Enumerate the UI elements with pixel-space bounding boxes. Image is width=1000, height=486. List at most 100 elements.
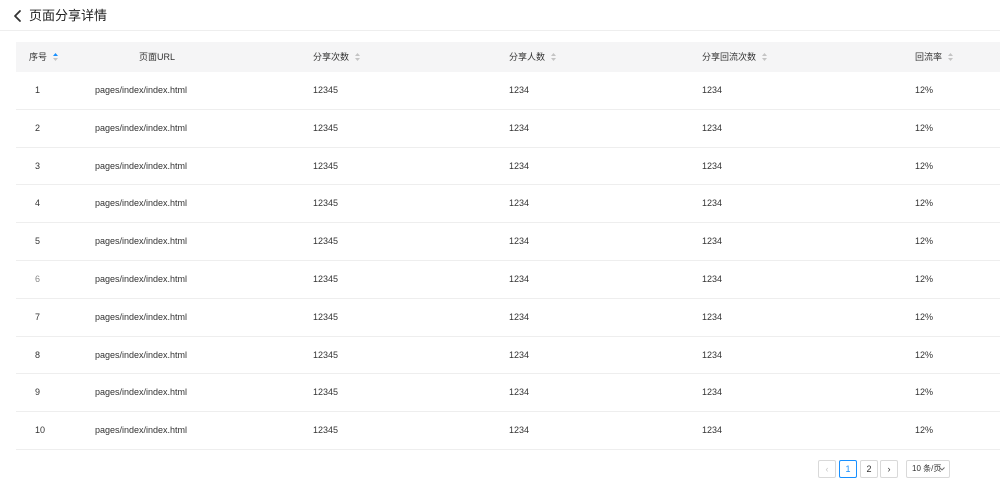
back-button[interactable] <box>12 9 24 23</box>
table-row: 6 pages/index/index.html 12345 1234 1234… <box>16 261 1000 299</box>
table-row: 4 pages/index/index.html 12345 1234 1234… <box>16 185 1000 224</box>
cell-index: 5 <box>35 236 41 247</box>
table-row: 10 pages/index/index.html 12345 1234 123… <box>16 412 1000 450</box>
cell-url: pages/index/index.html <box>95 236 188 247</box>
cell-return-count: 1234 <box>702 122 723 133</box>
column-label: 分享次数 <box>313 52 350 62</box>
cell-share-users: 1234 <box>509 198 530 209</box>
cell-share-count: 12345 <box>313 160 339 171</box>
column-header-return-count[interactable]: 分享回流次数 <box>702 42 768 72</box>
page-size-label: 10 条/页 <box>912 464 942 473</box>
cell-return-rate: 12% <box>915 311 934 322</box>
cell-share-users: 1234 <box>509 425 530 436</box>
page-button-1[interactable]: 1 <box>839 460 857 478</box>
prev-page-button[interactable]: ‹ <box>818 460 836 478</box>
cell-url: pages/index/index.html <box>95 160 188 171</box>
cell-share-count: 12345 <box>313 273 339 284</box>
page-size-select[interactable]: 10 条/页 <box>906 460 950 478</box>
pagination: ‹ 1 2 › 10 条/页 <box>0 460 1000 478</box>
cell-return-count: 1234 <box>702 311 723 322</box>
cell-index: 1 <box>35 85 41 95</box>
cell-index: 2 <box>35 122 41 133</box>
cell-return-count: 1234 <box>702 387 723 398</box>
sort-icon[interactable] <box>551 52 557 61</box>
sort-asc-icon[interactable] <box>53 52 59 61</box>
cell-return-rate: 12% <box>915 122 934 133</box>
table-header: 序号 页面URL 分享次数 分享人数 分享回流次数 回流率 <box>16 42 1000 72</box>
cell-share-users: 1234 <box>509 160 530 171</box>
cell-return-rate: 12% <box>915 425 934 436</box>
cell-share-users: 1234 <box>509 236 530 247</box>
cell-return-count: 1234 <box>702 425 723 436</box>
cell-return-count: 1234 <box>702 198 723 209</box>
table-row: 7 pages/index/index.html 12345 1234 1234… <box>16 299 1000 337</box>
sort-icon[interactable] <box>355 52 361 61</box>
column-label: 页面URL <box>139 52 176 62</box>
cell-share-users: 1234 <box>509 122 530 133</box>
cell-share-users: 1234 <box>509 387 530 398</box>
cell-share-count: 12345 <box>313 311 339 322</box>
cell-url: pages/index/index.html <box>95 85 188 95</box>
column-header-share-users[interactable]: 分享人数 <box>509 42 557 72</box>
column-header-index[interactable]: 序号 <box>29 42 59 72</box>
cell-share-count: 12345 <box>313 198 339 209</box>
cell-url: pages/index/index.html <box>95 273 188 284</box>
share-detail-table: 序号 页面URL 分享次数 分享人数 分享回流次数 回流率 1 pages/in… <box>16 42 1000 450</box>
page-button-2[interactable]: 2 <box>860 460 878 478</box>
cell-return-rate: 12% <box>915 160 934 171</box>
column-label: 回流率 <box>915 52 943 62</box>
page: 页面分享详情 序号 页面URL 分享次数 分享人数 分享回流次数 回流率 1 p… <box>0 0 1000 486</box>
table-row: 5 pages/index/index.html 12345 1234 1234… <box>16 223 1000 261</box>
cell-return-count: 1234 <box>702 349 723 360</box>
cell-index: 10 <box>35 425 46 436</box>
table-body: 1 pages/index/index.html 12345 1234 1234… <box>16 72 1000 450</box>
cell-index: 4 <box>35 198 41 209</box>
cell-return-count: 1234 <box>702 236 723 247</box>
cell-index: 9 <box>35 387 41 398</box>
cell-return-count: 1234 <box>702 273 723 284</box>
cell-return-rate: 12% <box>915 198 934 209</box>
next-page-button[interactable]: › <box>880 460 898 478</box>
cell-share-count: 12345 <box>313 122 339 133</box>
column-label: 序号 <box>29 52 48 62</box>
cell-url: pages/index/index.html <box>95 425 188 436</box>
cell-return-rate: 12% <box>915 387 934 398</box>
table-row: 1 pages/index/index.html 12345 1234 1234… <box>16 72 1000 110</box>
table-row: 2 pages/index/index.html 12345 1234 1234… <box>16 110 1000 148</box>
cell-share-count: 12345 <box>313 349 339 360</box>
cell-index: 7 <box>35 311 41 322</box>
cell-share-count: 12345 <box>313 387 339 398</box>
column-header-url: 页面URL <box>139 42 175 72</box>
page-header: 页面分享详情 <box>0 0 1000 31</box>
cell-return-rate: 12% <box>915 349 934 360</box>
cell-return-count: 1234 <box>702 160 723 171</box>
cell-share-count: 12345 <box>313 425 339 436</box>
column-header-return-rate[interactable]: 回流率 <box>915 42 954 72</box>
column-label: 分享人数 <box>509 52 546 62</box>
cell-url: pages/index/index.html <box>95 122 188 133</box>
cell-url: pages/index/index.html <box>95 311 188 322</box>
cell-return-rate: 12% <box>915 236 934 247</box>
cell-return-rate: 12% <box>915 85 934 95</box>
cell-index: 8 <box>35 349 41 360</box>
cell-url: pages/index/index.html <box>95 387 188 398</box>
page-title: 页面分享详情 <box>29 8 108 23</box>
column-header-share-count[interactable]: 分享次数 <box>313 42 361 72</box>
table-row: 8 pages/index/index.html 12345 1234 1234… <box>16 337 1000 375</box>
column-label: 分享回流次数 <box>702 52 757 62</box>
table-row: 9 pages/index/index.html 12345 1234 1234… <box>16 374 1000 413</box>
table-row: 3 pages/index/index.html 12345 1234 1234… <box>16 148 1000 186</box>
cell-url: pages/index/index.html <box>95 198 188 209</box>
cell-index: 6 <box>35 273 41 284</box>
chevron-down-icon <box>939 467 945 471</box>
cell-share-users: 1234 <box>509 349 530 360</box>
sort-icon[interactable] <box>762 52 768 61</box>
cell-share-count: 12345 <box>313 85 339 95</box>
sort-icon[interactable] <box>948 52 954 61</box>
cell-share-users: 1234 <box>509 273 530 284</box>
cell-url: pages/index/index.html <box>95 349 188 360</box>
cell-share-count: 12345 <box>313 236 339 247</box>
cell-share-users: 1234 <box>509 311 530 322</box>
cell-index: 3 <box>35 160 41 171</box>
chevron-left-icon <box>14 10 21 22</box>
